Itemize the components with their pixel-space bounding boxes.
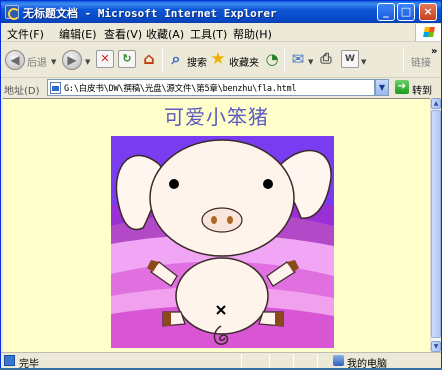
browser-window: 无标题文档 - Microsoft Internet Explorer _ □ … — [0, 0, 442, 370]
minimize-button[interactable]: _ — [377, 3, 395, 21]
scroll-up-icon[interactable]: ▲ — [431, 98, 441, 109]
close-button[interactable]: × — [419, 3, 437, 21]
go-arrow-icon[interactable]: ➔ — [395, 80, 409, 94]
menu-view[interactable]: 查看(V) — [104, 26, 142, 42]
back-arrow-icon[interactable]: ◀ — [5, 50, 25, 70]
mail-icon[interactable]: ✉ — [289, 50, 307, 68]
scroll-thumb[interactable] — [431, 110, 441, 338]
page-heading: 可爱小笨猪 — [164, 105, 269, 129]
vertical-scrollbar[interactable]: ▲ ▼ — [430, 98, 441, 352]
right-eye — [263, 179, 273, 189]
toolbar-separator — [162, 48, 163, 72]
page-icon — [50, 82, 61, 94]
menu-file[interactable]: 文件(F) — [7, 26, 44, 42]
address-input[interactable]: G:\白皮书\DW\撰稿\光盘\源文件\第5章\benzhu\fla.html — [47, 79, 375, 96]
toolbar-overflow-icon[interactable]: » — [431, 46, 437, 57]
left-foot — [163, 312, 171, 326]
back-button-label[interactable]: 后退 — [27, 54, 47, 69]
menu-favorites[interactable]: 收藏(A) — [146, 26, 184, 42]
status-bar: 完毕 我的电脑 — [1, 352, 441, 370]
menu-help[interactable]: 帮助(H) — [233, 26, 272, 42]
page-content: 可爱小笨猪 — [3, 98, 430, 352]
menu-tools[interactable]: 工具(T) — [190, 26, 227, 42]
maximize-button[interactable]: □ — [397, 3, 415, 21]
toolbar-separator — [284, 48, 285, 72]
computer-zone-icon — [333, 355, 344, 366]
address-bar: 地址(D) G:\白皮书\DW\撰稿\光盘\源文件\第5章\benzhu\fla… — [1, 78, 441, 98]
page-done-icon — [4, 355, 15, 366]
pig-body — [175, 257, 269, 335]
status-divider — [317, 354, 318, 368]
links-label[interactable]: 链接 — [411, 54, 431, 69]
refresh-icon[interactable]: ↻ — [118, 50, 136, 68]
forward-arrow-icon[interactable]: ▶ — [62, 50, 82, 70]
favorites-star-icon[interactable]: ★ — [209, 50, 227, 68]
menu-edit[interactable]: 编辑(E) — [59, 26, 97, 42]
status-divider — [293, 354, 294, 368]
pig-snout — [201, 207, 243, 233]
stop-icon[interactable]: ✕ — [96, 50, 114, 68]
scroll-down-icon[interactable]: ▼ — [431, 341, 441, 352]
right-nostril — [227, 216, 233, 224]
status-divider — [269, 354, 270, 368]
forward-dropdown-icon[interactable]: ▼ — [85, 58, 90, 66]
back-dropdown-icon[interactable]: ▼ — [51, 58, 56, 66]
window-title: 无标题文档 - Microsoft Internet Explorer — [23, 7, 277, 20]
pig-animation-image — [111, 136, 334, 348]
print-icon[interactable]: ⎙ — [317, 50, 335, 68]
search-button-label[interactable]: 搜索 — [187, 54, 207, 69]
address-dropdown-icon[interactable]: ▼ — [375, 79, 389, 96]
windows-logo-icon — [415, 24, 441, 41]
address-url[interactable]: G:\白皮书\DW\撰稿\光盘\源文件\第5章\benzhu\fla.html — [64, 82, 297, 94]
edit-icon[interactable]: W — [341, 50, 359, 68]
edit-dropdown-icon[interactable]: ▼ — [361, 58, 366, 66]
address-label: 地址(D) — [4, 86, 40, 97]
history-icon[interactable]: ◔ — [263, 50, 281, 68]
favorites-button-label[interactable]: 收藏夹 — [229, 54, 259, 69]
home-icon[interactable]: ⌂ — [140, 50, 158, 68]
toolbar: ◀ 后退 ▼ ▶ ▼ ✕ ↻ ⌂ ⌕ 搜索 ★ 收藏夹 ◔ ✉ ▼ ⎙ W ▼ … — [1, 42, 441, 78]
status-divider — [241, 354, 242, 368]
title-bar[interactable]: 无标题文档 - Microsoft Internet Explorer _ □ … — [1, 1, 441, 23]
go-button-label[interactable]: 转到 — [412, 82, 432, 97]
search-icon[interactable]: ⌕ — [167, 50, 185, 68]
left-nostril — [211, 216, 217, 224]
toolbar-separator — [403, 48, 404, 72]
left-eye — [169, 179, 179, 189]
right-foot — [275, 312, 283, 326]
ie-icon — [5, 5, 20, 20]
menu-bar: 文件(F) 编辑(E) 查看(V) 收藏(A) 工具(T) 帮助(H) — [1, 23, 441, 42]
mail-dropdown-icon[interactable]: ▼ — [308, 58, 313, 66]
pig-head — [149, 139, 295, 257]
